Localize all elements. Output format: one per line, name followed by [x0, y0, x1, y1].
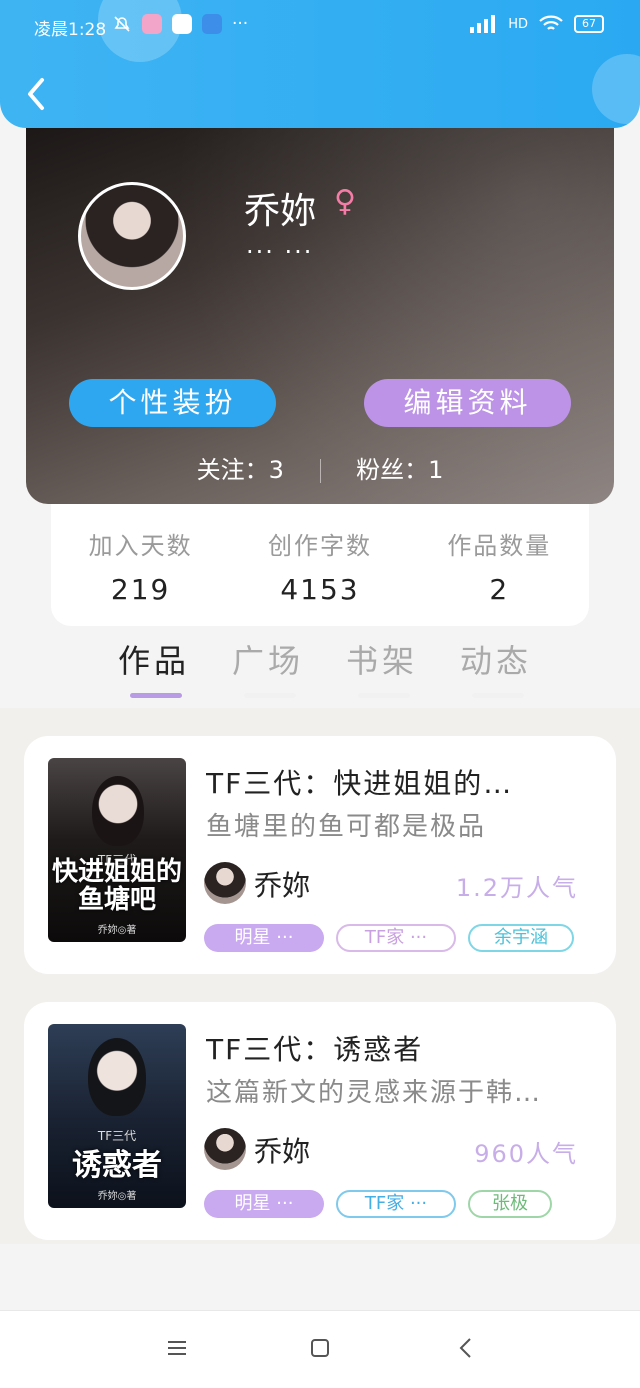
outfit-button[interactable]: 个性装扮 — [69, 379, 276, 427]
app-icon — [142, 14, 162, 34]
tab-square[interactable]: 广场 — [232, 636, 305, 698]
tab-label: 书架 — [346, 642, 419, 680]
back-icon[interactable] — [18, 72, 54, 116]
tab-label: 作品 — [118, 642, 191, 680]
work-card[interactable]: TF三代 诱惑者 乔妳◎著 TF三代：诱惑者 这篇新文的灵感来源于韩… 乔妳 9… — [24, 1002, 616, 1240]
work-title: TF三代：诱惑者 — [206, 1033, 424, 1066]
nav-back-icon[interactable] — [451, 1333, 481, 1363]
stat-value: 219 — [110, 573, 171, 606]
cover-title: 诱惑者 — [72, 1148, 162, 1183]
battery-level: 67 — [574, 15, 604, 33]
cover-image — [92, 776, 144, 846]
system-nav-bar — [0, 1310, 640, 1388]
followers-link[interactable]: 粉丝：1 — [356, 456, 443, 484]
work-description: 鱼塘里的鱼可都是极品 — [206, 812, 487, 842]
tab-activity[interactable]: 动态 — [460, 636, 533, 698]
tag[interactable]: TF家 ··· — [336, 1190, 456, 1218]
stat-join-days: 加入天数 219 — [61, 504, 221, 626]
wifi-icon — [539, 15, 563, 30]
followers-count: 1 — [428, 456, 444, 484]
status-time: 凌晨1:28 — [34, 20, 107, 40]
decor-bubble — [592, 54, 640, 124]
book-cover[interactable]: TF三代 诱惑者 乔妳◎著 — [48, 1024, 186, 1208]
tag[interactable]: TF家 ··· — [336, 924, 456, 952]
stat-value: 2 — [489, 573, 510, 606]
female-icon: ♀ — [334, 184, 356, 219]
cover-subtitle: TF三代 — [97, 1129, 137, 1143]
tag-list: 明星 ··· TF家 ··· 张极 — [204, 1190, 552, 1218]
author-avatar — [204, 1128, 246, 1170]
user-stats: 加入天数 219 创作字数 4153 作品数量 2 — [51, 504, 589, 626]
tab-indicator — [244, 693, 297, 698]
tab-indicator — [358, 693, 411, 698]
work-description: 这篇新文的灵感来源于韩… — [206, 1078, 543, 1108]
tab-indicator — [472, 693, 525, 698]
cover-byline: 乔妳◎著 — [97, 925, 137, 936]
tag[interactable]: 明星 ··· — [204, 924, 324, 952]
follow-stats: 关注：3 粉丝：1 — [26, 450, 614, 485]
work-title: TF三代：快进姐姐的… — [206, 767, 514, 800]
home-icon[interactable] — [305, 1333, 335, 1363]
stat-label: 创作字数 — [267, 532, 372, 560]
tag[interactable]: 余宇涵 — [468, 924, 574, 952]
stat-label: 作品数量 — [447, 532, 552, 560]
book-cover[interactable]: TF三代 快进姐姐的鱼塘吧 乔妳◎著 — [48, 758, 186, 942]
play-icon — [172, 14, 192, 34]
following-label: 关注： — [196, 456, 269, 484]
bell-off-icon — [114, 16, 130, 32]
stat-value: 4153 — [280, 573, 360, 606]
stat-label: 加入天数 — [88, 532, 193, 560]
tab-label: 广场 — [232, 642, 305, 680]
popularity: 960人气 — [474, 1140, 578, 1168]
cover-title: 快进姐姐的鱼塘吧 — [51, 857, 182, 915]
tab-works[interactable]: 作品 — [118, 636, 191, 698]
status-bar: 凌晨1:28 ··· HD 67 — [0, 0, 640, 58]
followers-label: 粉丝： — [356, 456, 429, 484]
tab-indicator — [130, 693, 182, 698]
tab-bookshelf[interactable]: 书架 — [346, 636, 419, 698]
cover-byline: 乔妳◎著 — [97, 1191, 137, 1202]
status-right: HD 67 — [470, 14, 604, 34]
tag-list: 明星 ··· TF家 ··· 余宇涵 — [204, 924, 574, 952]
following-link[interactable]: 关注：3 — [197, 456, 284, 484]
cover-image — [88, 1038, 146, 1116]
works-list: TF三代 快进姐姐的鱼塘吧 乔妳◎著 TF三代：快进姐姐的… 鱼塘里的鱼可都是极… — [0, 708, 640, 1244]
top-header: 凌晨1:28 ··· HD 67 — [0, 0, 640, 128]
author-avatar — [204, 862, 246, 904]
author-name: 乔妳 — [254, 869, 311, 902]
profile-name: 乔妳 — [244, 191, 317, 232]
menu-icon[interactable] — [162, 1333, 192, 1363]
profile-signature: ··· ··· — [246, 238, 314, 266]
avatar[interactable] — [78, 182, 186, 290]
profile-card: 乔妳 ♀ ··· ··· 个性装扮 编辑资料 关注：3 粉丝：1 — [26, 120, 614, 504]
signal-icon — [470, 15, 496, 33]
profile-tabs: 作品 广场 书架 动态 — [118, 636, 533, 698]
stat-work-count: 作品数量 2 — [419, 504, 579, 626]
edit-profile-button[interactable]: 编辑资料 — [364, 379, 571, 427]
network-type: HD — [508, 16, 528, 32]
status-notification-icons: ··· — [112, 14, 248, 34]
work-card[interactable]: TF三代 快进姐姐的鱼塘吧 乔妳◎著 TF三代：快进姐姐的… 鱼塘里的鱼可都是极… — [24, 736, 616, 974]
tab-label: 动态 — [460, 642, 533, 680]
popularity: 1.2万人气 — [455, 874, 578, 902]
stat-word-count: 创作字数 4153 — [240, 504, 400, 626]
cloud-icon — [202, 14, 222, 34]
following-count: 3 — [268, 456, 284, 484]
author-name: 乔妳 — [254, 1135, 311, 1168]
tag[interactable]: 张极 — [468, 1190, 552, 1218]
tag[interactable]: 明星 ··· — [204, 1190, 324, 1218]
more-notifications: ··· — [232, 14, 249, 34]
divider — [319, 459, 321, 483]
